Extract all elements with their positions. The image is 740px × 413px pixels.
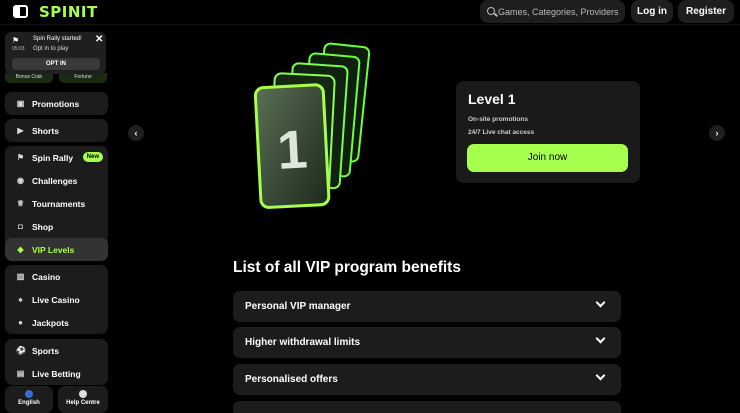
level-benefit: On-site promotions [468,116,528,123]
sidebar-item-live-betting[interactable]: ▤ Live Betting [5,362,108,385]
coins-icon: ● [18,318,23,327]
benefit-accordion[interactable]: Higher withdrawal limits [233,327,621,358]
cards-icon: ♠ [18,295,23,304]
search-placeholder: Games, Categories, Providers [498,7,619,17]
benefits-heading: List of all VIP program benefits [233,259,461,276]
promo-chip[interactable]: Fortune [59,73,107,83]
carousel-next-button[interactable]: › [709,125,725,141]
login-button[interactable]: Log in [631,0,673,23]
slot-icon: ▥ [16,272,25,281]
nav-group-shorts: ▶ Shorts [5,119,108,142]
top-header: SPINIT Games, Categories, Providers Log … [0,0,740,25]
challenge-icon: ◉ [17,176,24,185]
card-number: 1 [276,119,309,180]
sidebar-item-challenges[interactable]: ◉ Challenges [5,169,108,192]
nav-group-rewards: ⚑ Spin Rally New ◉ Challenges ♕ Tourname… [5,146,108,261]
sidebar-item-label: Live Betting [32,368,81,379]
sidebar-item-label: Promotions [32,98,80,109]
level-title: Level 1 [468,91,516,107]
sidebar-item-label: Sports [32,345,59,356]
trophy-icon: ♕ [16,199,25,208]
join-now-button[interactable]: Join now [467,144,628,172]
flag-icon: ⚑ [16,153,25,162]
chevron-down-icon [595,370,606,381]
notification-title: Spin Rally started! [33,36,82,42]
sidebar-item-label: Jackpots [32,317,69,328]
benefit-label: Personal VIP manager [245,301,351,312]
opt-in-button[interactable]: OPT IN [12,58,100,70]
sidebar-item-label: Live Casino [32,294,80,305]
live-icon: ▤ [16,369,25,378]
help-label: Help Centre [66,400,100,406]
sidebar-item-live-casino[interactable]: ♠ Live Casino [5,288,108,311]
sidebar-item-shorts[interactable]: ▶ Shorts [5,119,108,142]
promo-chip[interactable]: Bonus Crab [5,73,53,83]
megaphone-icon: ▣ [16,99,25,108]
register-button[interactable]: Register [678,0,734,23]
carousel-prev-button[interactable]: ‹ [128,125,144,141]
new-badge: New [82,152,103,162]
globe-icon [25,390,33,398]
shopping-bag-icon: ◘ [18,222,23,231]
sidebar-item-shop[interactable]: ◘ Shop [5,215,108,238]
sidebar-item-label: Challenges [32,175,78,186]
sidebar-item-label: Shorts [32,125,59,136]
sidebar-item-spin-rally[interactable]: ⚑ Spin Rally New [5,146,108,169]
sidebar-toggle-icon[interactable] [13,5,28,18]
benefit-label: Personalised offers [245,374,338,385]
language-button[interactable]: English [5,386,53,413]
nav-group-casino: ▥ Casino ♠ Live Casino ● Jackpots [5,265,108,334]
diamond-icon: ◆ [17,245,24,254]
help-centre-button[interactable]: Help Centre [58,386,108,413]
promo-chips: Bonus Crab Fortune [5,73,108,83]
chevron-down-icon [595,333,606,344]
benefit-accordion[interactable]: Personal VIP manager [233,291,621,322]
sidebar-item-tournaments[interactable]: ♕ Tournaments [5,192,108,215]
sidebar-item-label: Spin Rally [32,152,74,163]
sidebar-item-label: Tournaments [32,198,86,209]
play-icon: ▶ [17,126,24,135]
sidebar-item-label: Shop [32,221,54,232]
benefit-accordion-partial[interactable] [233,401,621,413]
sidebar-item-casino[interactable]: ▥ Casino [5,265,108,288]
sidebar-item-label: Casino [32,271,61,282]
search-input[interactable]: Games, Categories, Providers [480,0,625,23]
notification-popup: ⚑ Spin Rally started! 05:03 Opt in to pl… [5,32,106,74]
chevron-down-icon [595,297,606,308]
level-benefit: 24/7 Live chat access [468,129,535,136]
close-icon[interactable]: ✕ [95,34,103,45]
language-label: English [18,400,40,406]
vip-cards-illustration: 1 [253,42,371,209]
nav-group-promotions: ▣ Promotions [5,92,108,115]
help-icon [79,390,87,398]
search-icon [487,7,495,15]
nav-group-sports: ⚽ Sports ▤ Live Betting [5,339,108,385]
sidebar-item-label: VIP Levels [32,244,75,255]
sidebar: ⚑ Spin Rally started! 05:03 Opt in to pl… [0,26,113,413]
flag-icon: ⚑ [12,36,20,45]
sidebar-item-vip-levels[interactable]: ◆ VIP Levels [5,238,108,261]
benefit-accordion[interactable]: Personalised offers [233,364,621,395]
notification-time: 05:03 [12,46,25,52]
sidebar-item-promotions[interactable]: ▣ Promotions [5,92,108,115]
level-card: Level 1 On-site promotions 24/7 Live cha… [456,81,640,183]
logo[interactable]: SPINIT [39,3,98,21]
ball-icon: ⚽ [16,346,26,355]
sidebar-item-sports[interactable]: ⚽ Sports [5,339,108,362]
sidebar-item-jackpots[interactable]: ● Jackpots [5,311,108,334]
benefit-label: Higher withdrawal limits [245,337,361,348]
notification-subtitle: Opt in to play [33,46,69,52]
